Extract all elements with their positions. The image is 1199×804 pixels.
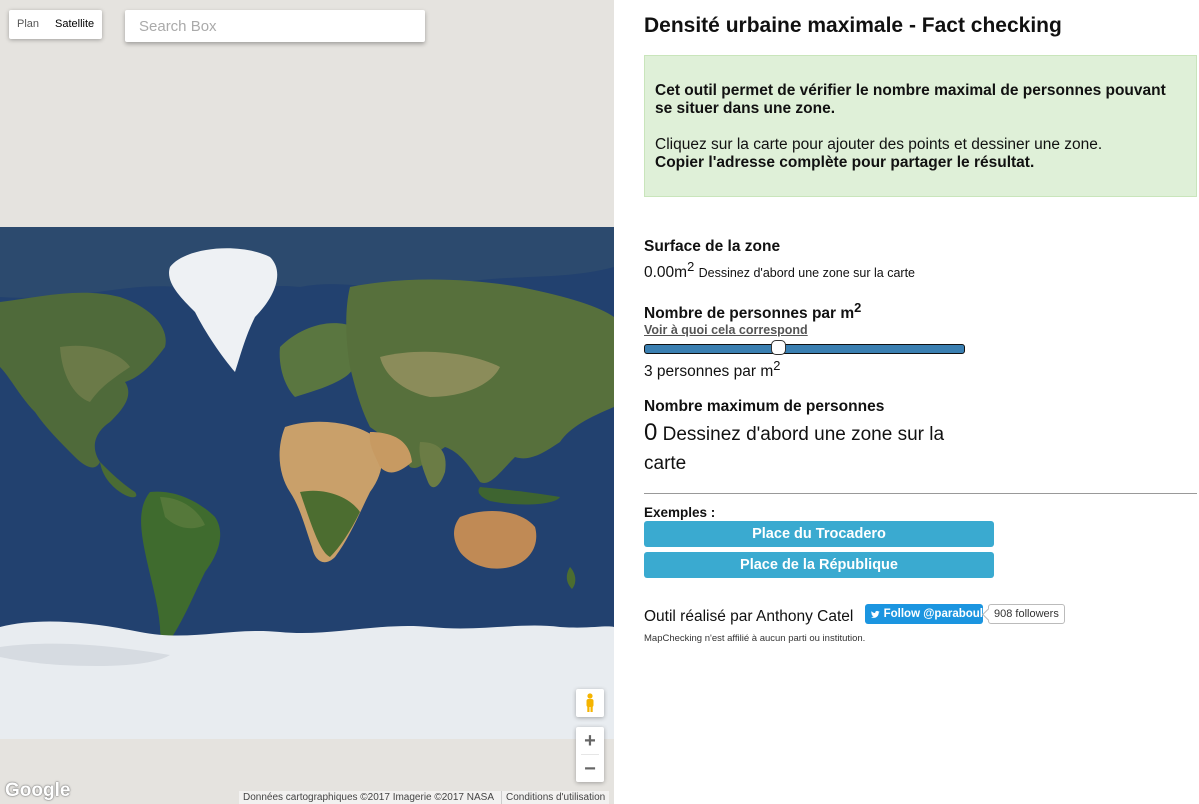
density-label-text: Nombre de personnes par m <box>644 305 855 323</box>
maximum-value: 0 Dessinez d'abord une zone sur la carte <box>644 418 964 478</box>
pegman-icon <box>586 693 594 712</box>
density-value: 3 personnes par m2 <box>644 358 780 381</box>
map-type-control: Plan Satellite <box>9 10 103 39</box>
surface-label: Surface de la zone <box>644 238 781 255</box>
density-value-text: 3 personnes par m <box>644 363 774 381</box>
twitter-follower-count[interactable]: 908 followers <box>988 604 1065 624</box>
density-value-sup: 2 <box>773 358 781 373</box>
map-canvas[interactable]: Plan Satellite + − Google Données cartog… <box>0 0 614 804</box>
surface-unit-sup: 2 <box>687 259 695 274</box>
surface-value: 0.00m2 Dessinez d'abord une zone sur la … <box>644 259 915 282</box>
surface-hint: Dessinez d'abord une zone sur la carte <box>698 266 915 281</box>
terms-link[interactable]: Conditions d'utilisation <box>501 791 609 804</box>
density-label: Nombre de personnes par m2 <box>644 300 861 323</box>
surface-number: 0.00m <box>644 264 688 282</box>
density-info-link[interactable]: Voir à quoi cela correspond <box>644 323 808 337</box>
maptype-plan-button[interactable]: Plan <box>9 10 47 39</box>
section-divider <box>644 493 1197 494</box>
page-title: Densité urbaine maximale - Fact checking <box>644 14 1062 37</box>
world-satellite-imagery[interactable] <box>0 227 614 739</box>
zoom-in-icon[interactable]: + <box>576 727 604 754</box>
twitter-follow-label: Follow @paraboul <box>883 608 983 620</box>
google-logo[interactable]: Google <box>5 780 70 802</box>
disclaimer: MapChecking n'est affilié à aucun parti … <box>644 633 866 644</box>
map-search-input[interactable] <box>125 10 425 42</box>
author-credit: Outil réalisé par Anthony Catel <box>644 608 854 625</box>
map-attribution: Données cartographiques ©2017 Imagerie ©… <box>239 791 610 804</box>
info-box: Cet outil permet de vérifier le nombre m… <box>644 55 1197 197</box>
twitter-follow-button[interactable]: Follow @paraboul <box>865 604 983 624</box>
twitter-bird-icon <box>871 610 880 618</box>
density-slider-thumb[interactable] <box>770 340 786 355</box>
density-slider[interactable] <box>644 340 965 355</box>
example-button-trocadero[interactable]: Place du Trocadero <box>644 521 994 547</box>
zoom-out-icon[interactable]: − <box>576 755 604 782</box>
maximum-hint: Dessinez d'abord une zone sur la carte <box>644 424 945 474</box>
zoom-control: + − <box>576 727 604 782</box>
example-button-republique[interactable]: Place de la République <box>644 552 994 578</box>
info-howto: Cliquez sur la carte pour ajouter des po… <box>655 136 1103 153</box>
maptype-satellite-button[interactable]: Satellite <box>47 10 102 39</box>
maximum-label: Nombre maximum de personnes <box>644 398 885 415</box>
attribution-text: Données cartographiques ©2017 Imagerie ©… <box>243 792 495 803</box>
info-intro: Cet outil permet de vérifier le nombre m… <box>655 82 1166 117</box>
info-share: Copier l'adresse complète pour partager … <box>655 154 1035 171</box>
side-panel: Densité urbaine maximale - Fact checking… <box>644 0 1199 804</box>
examples-label: Exemples : <box>644 505 716 520</box>
maximum-number: 0 <box>644 419 658 446</box>
density-label-sup: 2 <box>854 300 862 315</box>
street-view-button[interactable] <box>576 689 604 717</box>
